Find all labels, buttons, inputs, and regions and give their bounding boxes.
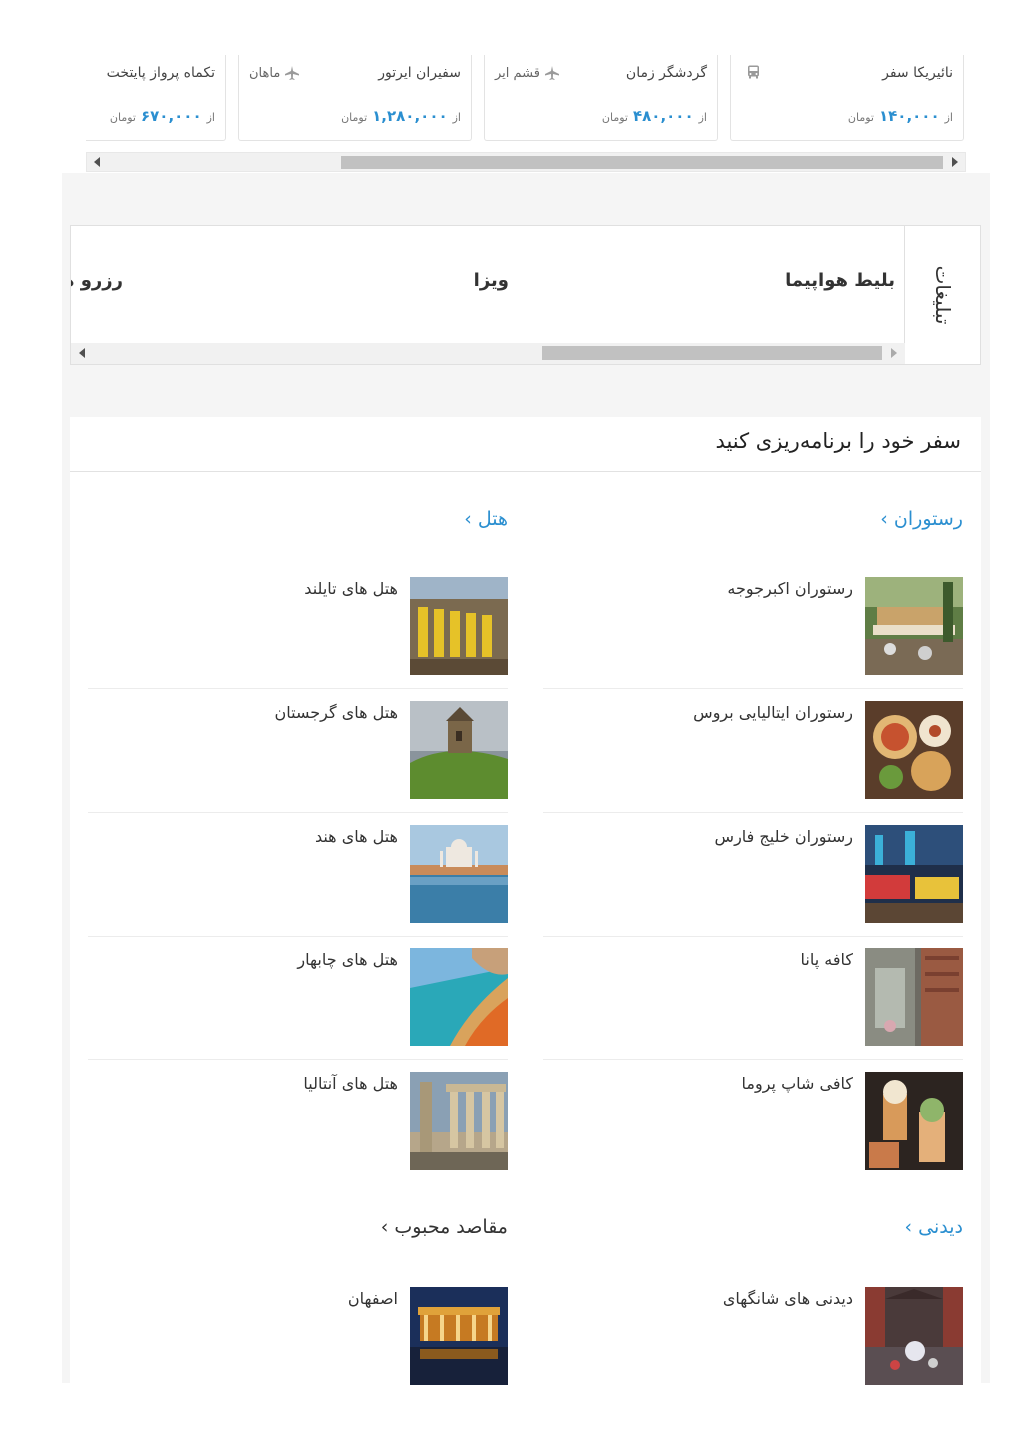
deal-company: سفیران ایرتور [378, 65, 461, 81]
item-label: دیدنی های شانگهای [722, 1289, 853, 1308]
list-item[interactable]: کافه پانا [543, 948, 963, 1072]
deal-card[interactable]: نائیریکا سفر از ۱۴۰,۰۰۰ تومان [730, 55, 964, 141]
destination-thumbnail [410, 1287, 508, 1385]
deal-card[interactable]: تکماه پرواز پایتخت از ۶۷۰,۰۰۰ تومان [86, 55, 226, 141]
item-label: رستوران اکبرجوجه [727, 579, 853, 598]
deal-company: نائیریکا سفر [882, 65, 953, 81]
restaurant-heading-link[interactable]: رستوران › [880, 508, 963, 530]
list-item[interactable]: هتل های تایلند [88, 577, 508, 701]
deal-from-label: از [944, 111, 953, 124]
divider [70, 471, 981, 472]
item-label: رستوران خلیج فارس [714, 827, 853, 846]
sights-heading-link[interactable]: دیدنی › [905, 1216, 963, 1238]
hotel-thumbnail [410, 701, 508, 799]
scrollbar-thumb[interactable] [542, 346, 882, 360]
deal-transport [747, 65, 760, 79]
list-item[interactable]: هتل های آنتالیا [88, 1072, 508, 1196]
plane-icon [545, 66, 559, 80]
restaurant-thumbnail [865, 701, 963, 799]
deal-price-value: ۱۴۰,۰۰۰ [878, 107, 940, 125]
divider [543, 1059, 963, 1060]
deal-price: از ۴۸۰,۰۰۰ تومان [602, 107, 707, 125]
list-item[interactable]: اصفهان [88, 1287, 508, 1411]
deal-from-label: از [452, 111, 461, 124]
deal-currency: تومان [109, 111, 136, 124]
item-label: هتل های گرجستان [274, 703, 398, 722]
divider [543, 936, 963, 937]
item-label: هتل های آنتالیا [303, 1074, 398, 1093]
ads-widget: تبلیغات بلیط هواپیما ویزا رزرو هتل [70, 225, 981, 365]
deal-airline: ماهان [249, 65, 300, 81]
item-label: اصفهان [347, 1289, 398, 1308]
popular-destinations-heading-link[interactable]: مقاصد محبوب › [381, 1216, 508, 1238]
list-item[interactable]: رستوران ایتالیایی بروس [543, 701, 963, 825]
deal-airline-name: قشم ایر [495, 65, 540, 81]
divider [543, 688, 963, 689]
bus-icon [748, 65, 759, 79]
deal-price-value: ۶۷۰,۰۰۰ [140, 107, 202, 125]
scroll-right-arrow-icon[interactable] [891, 348, 897, 358]
deal-price: از ۱,۲۸۰,۰۰۰ تومان [341, 107, 461, 125]
deal-company: تکماه پرواز پایتخت [106, 65, 215, 81]
divider [88, 1059, 508, 1060]
ad-link-hotel[interactable]: رزرو هتل [71, 270, 123, 291]
plane-icon [285, 66, 300, 80]
deal-card[interactable]: گردشگر زمان قشم ایر از ۴۸۰,۰۰۰ تومان [484, 55, 718, 141]
ads-side-label: تبلیغات [904, 226, 980, 364]
restaurant-thumbnail [865, 948, 963, 1046]
restaurant-thumbnail [865, 1072, 963, 1170]
deal-airline: قشم ایر [495, 65, 560, 81]
list-item[interactable]: هتل های چابهار [88, 948, 508, 1072]
deal-price-value: ۱,۲۸۰,۰۰۰ [372, 107, 448, 125]
deals-carousel: نائیریکا سفر از ۱۴۰,۰۰۰ تومان گردشگر زما… [86, 55, 966, 145]
ads-track: بلیط هواپیما ویزا رزرو هتل [71, 226, 905, 342]
divider [88, 688, 508, 689]
item-label: رستوران ایتالیایی بروس [693, 703, 853, 722]
scroll-left-arrow-icon[interactable] [79, 348, 85, 358]
ads-scrollbar[interactable] [71, 343, 905, 364]
list-item[interactable]: هتل های هند [88, 825, 508, 949]
divider [88, 812, 508, 813]
item-label: هتل های هند [314, 827, 398, 846]
deal-price-value: ۴۸۰,۰۰۰ [632, 107, 694, 125]
deal-price: از ۶۷۰,۰۰۰ تومان [110, 107, 215, 125]
ad-link-flight[interactable]: بلیط هواپیما [785, 270, 895, 291]
restaurant-thumbnail [865, 825, 963, 923]
hotel-thumbnail [410, 948, 508, 1046]
ads-title: تبلیغات [930, 265, 955, 325]
deal-currency: تومان [601, 111, 628, 124]
hotel-heading-link[interactable]: هتل › [464, 508, 508, 530]
deals-scrollbar[interactable] [86, 152, 966, 172]
item-label: هتل های تایلند [304, 579, 398, 598]
divider [543, 812, 963, 813]
list-item[interactable]: هتل های گرجستان [88, 701, 508, 825]
deal-airline-name: ماهان [249, 65, 281, 81]
divider [88, 936, 508, 937]
deal-from-label: از [698, 111, 707, 124]
item-label: کافی شاپ پروما [741, 1074, 853, 1093]
deal-card[interactable]: سفیران ایرتور ماهان از ۱,۲۸۰,۰۰۰ تومان [238, 55, 472, 141]
deal-company: گردشگر زمان [625, 65, 707, 81]
plan-title: سفر خود را برنامه‌ریزی کنید [715, 429, 961, 453]
plan-trip-card: سفر خود را برنامه‌ریزی کنید رستوران › هت… [70, 417, 981, 1385]
deal-from-label: از [206, 111, 215, 124]
list-item[interactable]: رستوران اکبرجوجه [543, 577, 963, 701]
list-item[interactable]: کافی شاپ پروما [543, 1072, 963, 1196]
scroll-right-arrow-icon[interactable] [952, 157, 958, 167]
ad-link-visa[interactable]: ویزا [474, 270, 509, 291]
restaurant-thumbnail [865, 577, 963, 675]
sights-thumbnail [865, 1287, 963, 1385]
hotel-thumbnail [410, 825, 508, 923]
deal-currency: تومان [847, 111, 874, 124]
list-item[interactable]: دیدنی های شانگهای [543, 1287, 963, 1411]
item-label: هتل های چابهار [297, 950, 398, 969]
list-item[interactable]: رستوران خلیج فارس [543, 825, 963, 949]
scroll-left-arrow-icon[interactable] [94, 157, 100, 167]
item-label: کافه پانا [800, 950, 853, 969]
deal-currency: تومان [341, 111, 368, 124]
hotel-thumbnail [410, 577, 508, 675]
hotel-thumbnail [410, 1072, 508, 1170]
scrollbar-thumb[interactable] [341, 156, 943, 169]
deal-price: از ۱۴۰,۰۰۰ تومان [848, 107, 953, 125]
